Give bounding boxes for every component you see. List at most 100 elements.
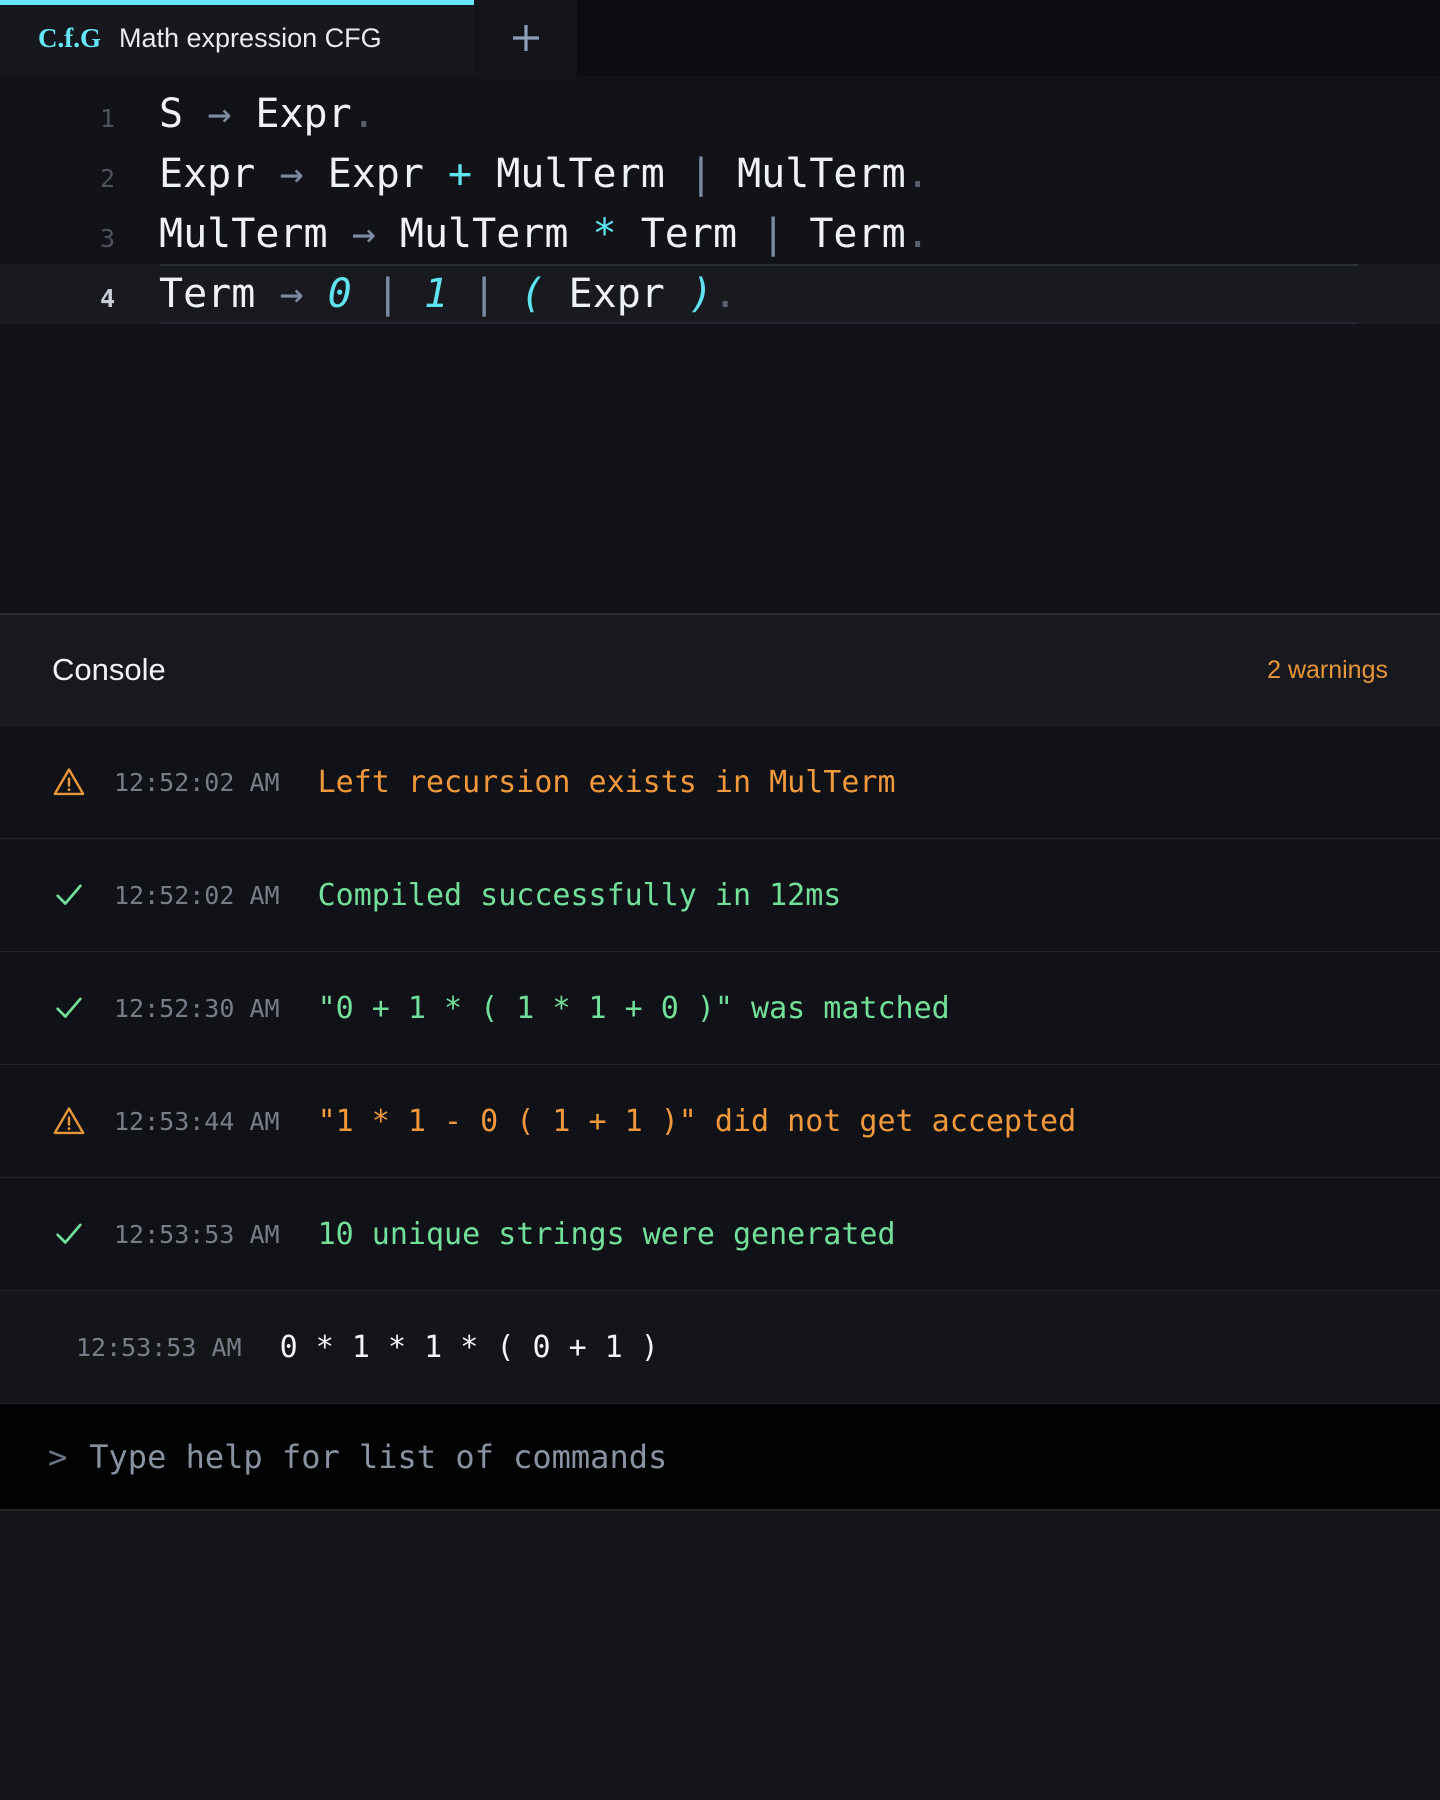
token-nt: MulTerm <box>159 211 328 257</box>
token-nt <box>713 151 737 197</box>
console-header: Console 2 warnings <box>0 615 1440 725</box>
log-message: "0 + 1 * ( 1 * 1 + 0 )" was matched <box>317 990 950 1026</box>
editor-line[interactable]: 3 MulTerm → MulTerm * Term | Term. <box>0 204 1440 264</box>
token-nt: MulTerm <box>496 151 665 197</box>
check-icon <box>52 1217 114 1251</box>
console-log-row[interactable]: 12:53:53 AM 0 * 1 * 1 * ( 0 + 1 ) <box>0 1290 1440 1403</box>
editor-line[interactable]: 2 Expr → Expr + MulTerm | MulTerm. <box>0 144 1440 204</box>
log-message: Compiled successfully in 12ms <box>317 877 842 913</box>
token-arrow: → <box>207 91 232 137</box>
token-pipe: | <box>761 211 786 257</box>
token-nt <box>785 211 809 257</box>
token-nt: Expr <box>568 271 665 317</box>
console-log-row[interactable]: 12:53:44 AM "1 * 1 - 0 ( 1 + 1 )" did not… <box>0 1064 1440 1177</box>
token-nt <box>400 271 424 317</box>
tab-title: Math expression CFG <box>119 22 382 53</box>
line-number: 3 <box>99 224 115 253</box>
token-pipe: | <box>472 271 497 317</box>
app-root: C.f.G Math expression CFG 1S → Expr. 2 Exp… <box>0 0 1440 1800</box>
token-arrow: → <box>351 211 376 257</box>
log-timestamp: 12:53:53 AM <box>76 1332 242 1362</box>
token-term: ( <box>520 271 545 317</box>
line-content[interactable]: Term → 0 | 1 | ( Expr ). <box>115 264 737 324</box>
line-content[interactable]: Expr → Expr + MulTerm | MulTerm. <box>115 144 930 204</box>
token-nt <box>472 151 496 197</box>
token-term: 1 <box>423 271 449 317</box>
token-nt <box>665 271 689 317</box>
token-nt: Expr <box>327 151 424 197</box>
line-number: 4 <box>99 284 115 313</box>
editor-line[interactable]: 4 Term → 0 | 1 | ( Expr ). <box>0 264 1440 324</box>
tab-math-expression-cfg[interactable]: C.f.G Math expression CFG <box>0 0 474 76</box>
token-nt <box>231 91 255 137</box>
console-log-row[interactable]: 12:52:30 AM "0 + 1 * ( 1 * 1 + 0 )" was m… <box>0 951 1440 1064</box>
log-message: "1 * 1 - 0 ( 1 + 1 )" did not get accept… <box>317 1103 1077 1139</box>
token-nt <box>617 211 641 257</box>
token-arrow: → <box>279 271 304 317</box>
editor-lines: 1S → Expr. 2 Expr → Expr + MulTerm | MulTe… <box>0 84 1440 324</box>
token-nt <box>737 211 761 257</box>
token-nt: Term <box>159 271 256 317</box>
console-log-row[interactable]: 12:52:02 AM Left recursion exists in MulT… <box>0 725 1440 838</box>
console-log-list: 12:52:02 AM Left recursion exists in MulT… <box>0 725 1440 1403</box>
token-op: * <box>592 211 617 257</box>
token-nt: S <box>159 91 184 137</box>
token-term: 0 <box>327 271 352 317</box>
log-timestamp: 12:53:44 AM <box>114 1106 280 1136</box>
console-title: Console <box>52 652 166 687</box>
editor-line[interactable]: 1S → Expr. <box>0 84 1440 144</box>
token-nt: Term <box>809 211 906 257</box>
token-op: + <box>448 151 473 197</box>
token-nt <box>568 211 592 257</box>
warning-triangle-icon <box>52 765 114 799</box>
token-nt <box>304 151 328 197</box>
log-timestamp: 12:52:02 AM <box>114 880 280 910</box>
token-nt <box>255 151 279 197</box>
token-dot: . <box>905 211 930 257</box>
token-nt: Expr <box>255 91 352 137</box>
log-message: Left recursion exists in MulTerm <box>317 764 896 800</box>
token-nt <box>328 211 352 257</box>
token-dot: . <box>351 91 376 137</box>
grammar-editor[interactable]: 1S → Expr. 2 Expr → Expr + MulTerm | MulTe… <box>0 76 1440 613</box>
token-nt <box>255 271 279 317</box>
token-term: ) <box>688 271 714 317</box>
log-timestamp: 12:53:53 AM <box>114 1219 280 1249</box>
token-nt <box>304 271 328 317</box>
check-icon <box>52 878 114 912</box>
token-arrow: → <box>279 151 304 197</box>
token-nt: MulTerm <box>737 151 906 197</box>
new-tab-button[interactable] <box>474 0 577 76</box>
token-nt <box>424 151 448 197</box>
token-dot: . <box>713 271 738 317</box>
token-nt: MulTerm <box>399 211 569 257</box>
token-nt <box>665 151 689 197</box>
console-panel: Console 2 warnings 12:52:02 AM Left recur… <box>0 613 1440 1509</box>
line-content[interactable]: MulTerm → MulTerm * Term | Term. <box>115 204 930 264</box>
console-prompt[interactable]: > <box>0 1403 1440 1509</box>
line-number: 1 <box>99 104 115 133</box>
line-number: 2 <box>99 164 115 193</box>
token-nt <box>376 211 400 257</box>
token-nt <box>352 271 376 317</box>
console-warning-count[interactable]: 2 warnings <box>1267 656 1388 685</box>
log-message: 0 * 1 * 1 * ( 0 + 1 ) <box>279 1329 659 1365</box>
token-nt <box>183 91 207 137</box>
check-icon <box>52 991 114 1025</box>
plus-icon <box>506 18 546 58</box>
log-timestamp: 12:52:30 AM <box>114 993 280 1023</box>
token-nt <box>544 271 568 317</box>
log-message: 10 unique strings were generated <box>317 1216 896 1252</box>
console-log-row[interactable]: 12:52:02 AM Compiled successfully in 12ms <box>0 838 1440 951</box>
warning-triangle-icon <box>52 1104 114 1138</box>
window-footer <box>0 1509 1440 1800</box>
token-dot: . <box>905 151 930 197</box>
token-nt <box>448 271 472 317</box>
line-content[interactable]: S → Expr. <box>115 84 376 144</box>
console-command-input[interactable] <box>89 1437 1440 1476</box>
token-nt: Term <box>640 211 738 257</box>
tab-bar-empty-space <box>577 0 1440 76</box>
log-timestamp: 12:52:02 AM <box>114 767 280 797</box>
token-nt <box>496 271 520 317</box>
console-log-row[interactable]: 12:53:53 AM 10 unique strings were genera… <box>0 1177 1440 1290</box>
